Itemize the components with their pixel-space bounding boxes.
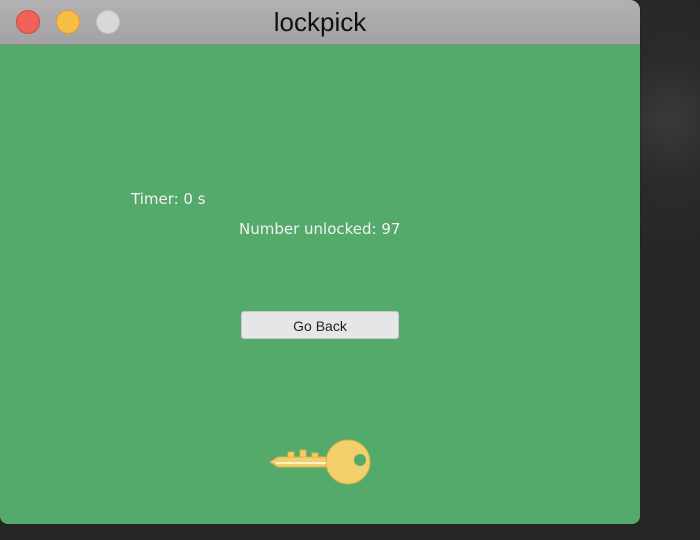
window-title: lockpick (273, 7, 367, 37)
app-window: lockpick Timer: 0 s Number unlocked: 97 … (0, 0, 640, 524)
unlocked-count-label: Number unlocked: 97 (239, 220, 401, 238)
timer-label: Timer: 0 s (131, 190, 206, 208)
key-icon (269, 439, 371, 485)
go-back-button[interactable]: Go Back (241, 311, 399, 339)
title-bar[interactable]: lockpick (0, 0, 640, 45)
game-area: Timer: 0 s Number unlocked: 97 Go Back (0, 45, 640, 524)
